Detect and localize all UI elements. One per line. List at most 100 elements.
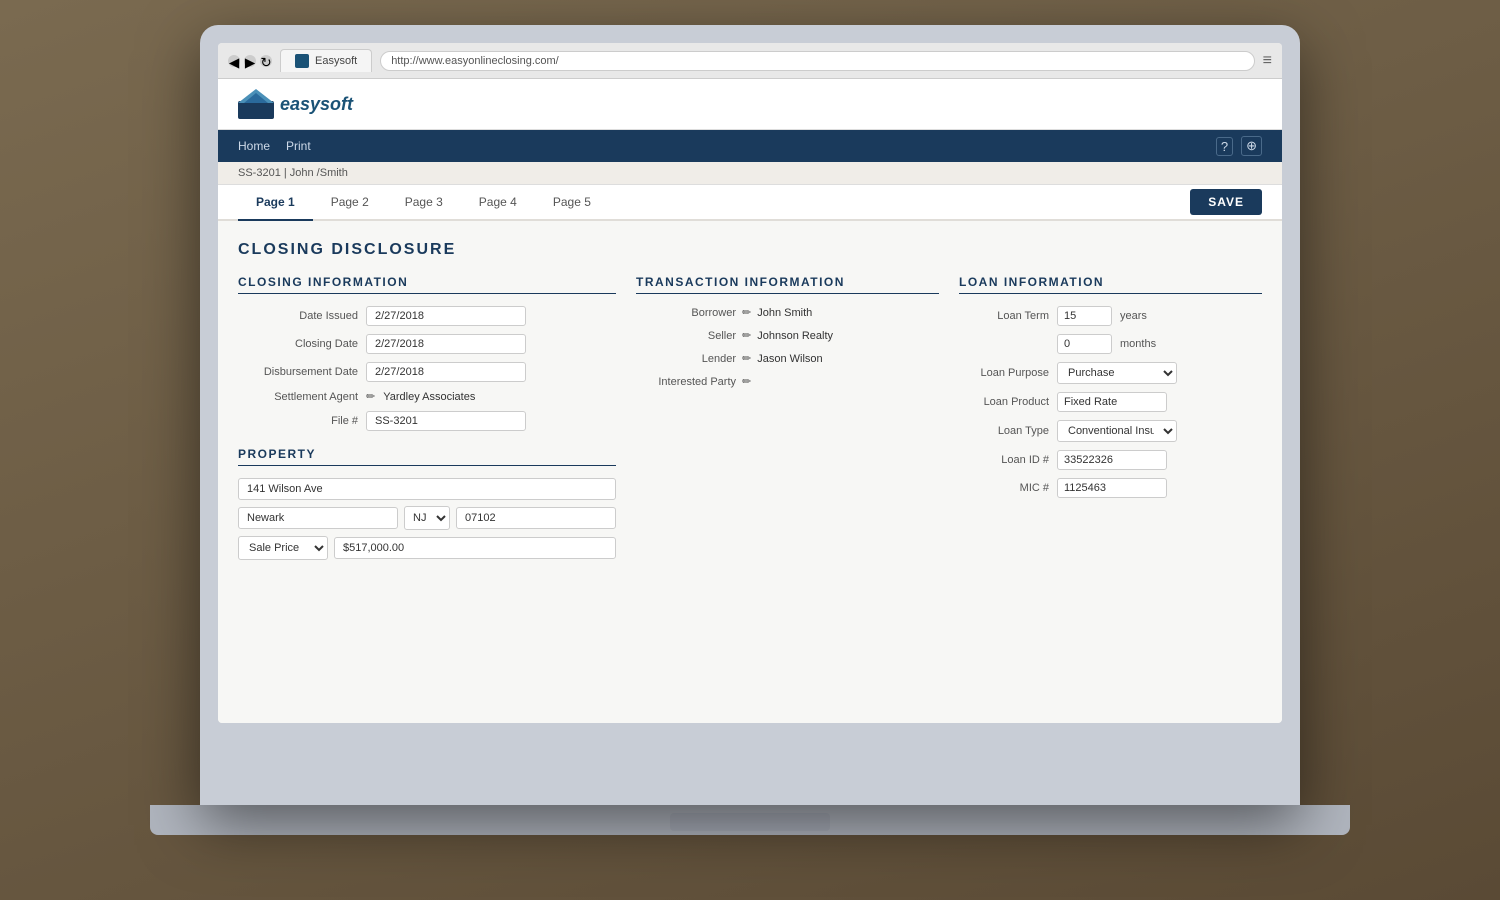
disbursement-date-label: Disbursement Date <box>238 366 358 378</box>
transaction-info-title: TRANSACTION INFORMATION <box>636 275 939 294</box>
loan-term-label: Loan Term <box>959 310 1049 322</box>
browser-bar: ◀ ▶ ↻ Easysoft http://www.easyonlineclos… <box>218 43 1282 79</box>
tab-page5[interactable]: Page 5 <box>535 185 609 221</box>
file-number-input[interactable] <box>366 411 526 431</box>
tab-page3[interactable]: Page 3 <box>387 185 461 221</box>
nav-home[interactable]: Home <box>238 139 270 153</box>
disbursement-date-input[interactable] <box>366 362 526 382</box>
file-number-row: File # <box>238 411 616 431</box>
back-button[interactable]: ◀ <box>228 55 240 67</box>
loan-term-months-unit: months <box>1120 338 1156 350</box>
loan-product-label: Loan Product <box>959 396 1049 408</box>
interested-party-row: Interested Party ✏ <box>636 375 939 388</box>
property-zip-input[interactable] <box>456 507 616 529</box>
sale-amount-input[interactable] <box>334 537 616 559</box>
borrower-label: Borrower <box>636 307 736 319</box>
nav-icons: ? ⊕ <box>1216 136 1262 156</box>
closing-info-column: CLOSING INFORMATION Date Issued Closing … <box>238 275 616 560</box>
settlement-agent-label: Settlement Agent <box>238 391 358 403</box>
logo-area: easysoft <box>238 89 1262 119</box>
three-columns-layout: CLOSING INFORMATION Date Issued Closing … <box>238 275 1262 560</box>
refresh-button[interactable]: ↻ <box>260 55 272 67</box>
date-issued-row: Date Issued <box>238 306 616 326</box>
lender-label: Lender <box>636 353 736 365</box>
address-bar[interactable]: http://www.easyonlineclosing.com/ <box>380 51 1254 71</box>
file-number-label: File # <box>238 415 358 427</box>
lender-value: Jason Wilson <box>757 353 822 365</box>
easysoft-logo-icon <box>238 89 274 119</box>
url-text: http://www.easyonlineclosing.com/ <box>391 55 559 67</box>
loan-id-input[interactable] <box>1057 450 1167 470</box>
seller-row: Seller ✏ Johnson Realty <box>636 329 939 342</box>
loan-info-title: LOAN INFORMATION <box>959 275 1262 294</box>
save-button[interactable]: SAVE <box>1190 189 1262 215</box>
borrower-edit-icon[interactable]: ✏ <box>742 306 751 319</box>
settlement-agent-row: Settlement Agent ✏ Yardley Associates <box>238 390 616 403</box>
lender-edit-icon[interactable]: ✏ <box>742 352 751 365</box>
loan-type-select[interactable]: Conventional Insured FHA VA <box>1057 420 1177 442</box>
loan-term-months-input[interactable] <box>1057 334 1112 354</box>
loan-id-label: Loan ID # <box>959 454 1049 466</box>
loan-type-label: Loan Type <box>959 425 1049 437</box>
property-address-input[interactable] <box>238 478 616 500</box>
nav-links: Home Print <box>238 139 311 153</box>
tab-label: Easysoft <box>315 55 357 67</box>
settlement-agent-edit-icon[interactable]: ✏ <box>366 390 375 403</box>
laptop-trackpad[interactable] <box>670 813 830 831</box>
closing-date-row: Closing Date <box>238 334 616 354</box>
date-issued-label: Date Issued <box>238 310 358 322</box>
laptop-base <box>150 805 1350 835</box>
loan-purpose-select[interactable]: Purchase Refinance <box>1057 362 1177 384</box>
tab-page2[interactable]: Page 2 <box>313 185 387 221</box>
nav-print[interactable]: Print <box>286 139 311 153</box>
browser-menu-icon[interactable]: ≡ <box>1263 52 1272 70</box>
tabs-list: Page 1 Page 2 Page 3 Page 4 Page 5 <box>238 185 609 219</box>
breadcrumb: SS-3201 | John /Smith <box>238 167 348 179</box>
browser-controls: ◀ ▶ ↻ <box>228 55 272 67</box>
loan-id-row: Loan ID # <box>959 450 1262 470</box>
browser-tab[interactable]: Easysoft <box>280 49 372 72</box>
loan-term-years-input[interactable] <box>1057 306 1112 326</box>
tab-page1[interactable]: Page 1 <box>238 185 313 221</box>
borrower-value: John Smith <box>757 307 812 319</box>
property-state-select[interactable]: NJ NY CA <box>404 506 450 530</box>
closing-info-title: CLOSING INFORMATION <box>238 275 616 294</box>
property-section: PROPERTY NJ NY CA <box>238 447 616 560</box>
loan-purpose-label: Loan Purpose <box>959 367 1049 379</box>
closing-date-label: Closing Date <box>238 338 358 350</box>
property-city-row: NJ NY CA <box>238 506 616 530</box>
seller-edit-icon[interactable]: ✏ <box>742 329 751 342</box>
logo-bar: easysoft <box>218 79 1282 130</box>
seller-label: Seller <box>636 330 736 342</box>
date-issued-input[interactable] <box>366 306 526 326</box>
sale-type-select[interactable]: Sale Price List Price <box>238 536 328 560</box>
loan-purpose-row: Loan Purpose Purchase Refinance <box>959 362 1262 384</box>
loan-term-row: Loan Term years <box>959 306 1262 326</box>
property-city-input[interactable] <box>238 507 398 529</box>
page-title: CLOSING DISCLOSURE <box>238 241 1262 259</box>
mic-input[interactable] <box>1057 478 1167 498</box>
tab-page4[interactable]: Page 4 <box>461 185 535 221</box>
laptop-frame: ◀ ▶ ↻ Easysoft http://www.easyonlineclos… <box>200 25 1300 805</box>
mic-row: MIC # <box>959 478 1262 498</box>
loan-term-years-unit: years <box>1120 310 1147 322</box>
settings-button[interactable]: ⊕ <box>1241 136 1262 156</box>
closing-date-input[interactable] <box>366 334 526 354</box>
loan-product-input[interactable] <box>1057 392 1167 412</box>
mic-label: MIC # <box>959 482 1049 494</box>
borrower-row: Borrower ✏ John Smith <box>636 306 939 319</box>
interested-party-edit-icon[interactable]: ✏ <box>742 375 751 388</box>
loan-product-row: Loan Product <box>959 392 1262 412</box>
logo-text: easysoft <box>280 94 353 115</box>
tabs-bar: Page 1 Page 2 Page 3 Page 4 Page 5 SAVE <box>218 185 1282 221</box>
help-button[interactable]: ? <box>1216 137 1233 156</box>
interested-party-label: Interested Party <box>636 376 736 388</box>
transaction-info-column: TRANSACTION INFORMATION Borrower ✏ John … <box>636 275 939 560</box>
nav-bar: Home Print ? ⊕ <box>218 130 1282 162</box>
seller-value: Johnson Realty <box>757 330 833 342</box>
forward-button[interactable]: ▶ <box>244 55 256 67</box>
disbursement-date-row: Disbursement Date <box>238 362 616 382</box>
browser-screen: ◀ ▶ ↻ Easysoft http://www.easyonlineclos… <box>218 43 1282 723</box>
page-content: CLOSING DISCLOSURE CLOSING INFORMATION D… <box>218 221 1282 580</box>
tab-favicon <box>295 54 309 68</box>
